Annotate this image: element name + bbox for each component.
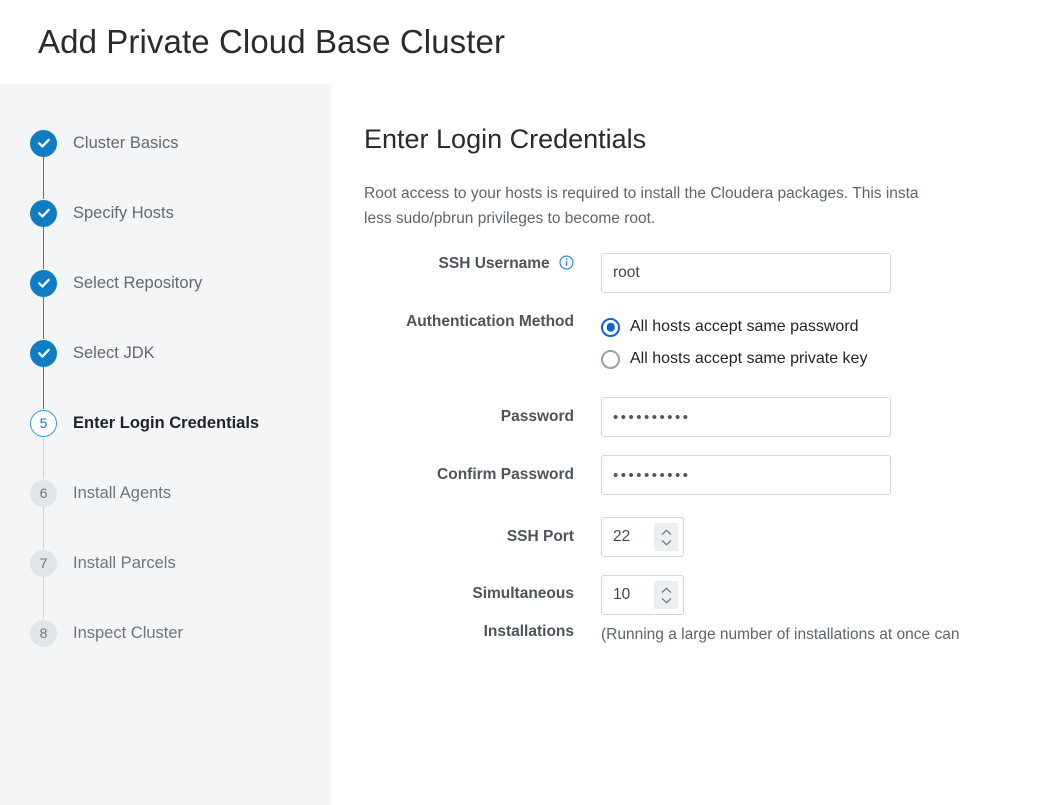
info-circle-icon[interactable] — [559, 255, 574, 276]
radio-same-private-key[interactable]: All hosts accept same private key — [601, 343, 1046, 375]
authentication-method-options: All hosts accept same password All hosts… — [601, 311, 1046, 375]
content-panel: Enter Login Credentials Root access to y… — [331, 84, 1046, 805]
sidebar-step-install-agents[interactable]: 6 Install Agents — [30, 458, 331, 549]
authentication-method-row: Authentication Method All hosts accept s… — [364, 311, 1046, 375]
sidebar-step-select-repository[interactable]: Select Repository — [30, 248, 331, 339]
radio-same-password[interactable]: All hosts accept same password — [601, 311, 1046, 343]
ssh-username-label: SSH Username — [364, 253, 601, 276]
simultaneous-installations-value: 10 — [613, 586, 631, 603]
simultaneous-installations-row: Simultaneous Installations 10 (Running a… — [364, 575, 1046, 651]
sidebar-step-cluster-basics[interactable]: Cluster Basics — [30, 108, 331, 199]
authentication-method-label: Authentication Method — [406, 313, 574, 330]
confirm-password-label: Confirm Password — [437, 466, 574, 483]
simultaneous-installations-field: 10 (Running a large number of installati… — [601, 575, 1046, 647]
step-number-badge: 5 — [30, 409, 57, 437]
step-check-icon — [30, 269, 57, 297]
password-input[interactable]: •••••••••• — [601, 397, 891, 437]
sidebar-step-label: Select Repository — [73, 273, 203, 292]
updown-chevron-icon[interactable] — [654, 581, 678, 609]
sidebar-step-label: Inspect Cluster — [73, 623, 184, 642]
ssh-port-field: 22 — [601, 517, 1046, 557]
section-title: Enter Login Credentials — [364, 124, 647, 154]
step-check-icon — [30, 339, 57, 367]
password-field: •••••••••• — [601, 397, 1046, 437]
sidebar-step-label: Install Parcels — [73, 553, 176, 572]
sidebar-step-label: Specify Hosts — [73, 203, 174, 222]
section-description: Root access to your hosts is required to… — [364, 185, 919, 227]
updown-chevron-icon[interactable] — [654, 523, 678, 551]
confirm-password-row: Confirm Password •••••••••• — [364, 455, 1046, 495]
simultaneous-installations-label-line1: Simultaneous — [472, 585, 574, 602]
ssh-port-row: SSH Port 22 — [364, 517, 1046, 557]
step-number-badge: 6 — [30, 479, 57, 507]
ssh-username-row: SSH Username — [364, 253, 1046, 293]
sidebar-step-label: Install Agents — [73, 483, 172, 502]
radio-unselected-icon — [601, 349, 620, 369]
radio-same-private-key-label: All hosts accept same private key — [630, 350, 868, 367]
radio-same-password-label: All hosts accept same password — [630, 318, 859, 335]
radio-selected-icon — [601, 317, 620, 337]
page-title: Add Private Cloud Base Cluster — [38, 23, 506, 60]
password-row: Password •••••••••• — [364, 397, 1046, 437]
wizard-step-list: Cluster Basics Specify Hosts Select Repo… — [0, 84, 331, 805]
app-header: Add Private Cloud Base Cluster — [0, 0, 1046, 84]
simultaneous-installations-hint: (Running a large number of installations… — [601, 626, 960, 643]
ssh-port-stepper[interactable]: 22 — [601, 517, 684, 557]
ssh-username-field — [601, 253, 1046, 293]
sidebar-step-label: Enter Login Credentials — [73, 413, 260, 432]
step-check-icon — [30, 129, 57, 157]
sidebar-step-label: Cluster Basics — [73, 133, 179, 152]
step-number-badge: 7 — [30, 549, 57, 577]
ssh-username-input[interactable] — [601, 253, 891, 293]
simultaneous-installations-label-line2: Installations — [483, 623, 574, 640]
step-number-badge: 8 — [30, 619, 57, 647]
step-check-icon — [30, 199, 57, 227]
ssh-port-label: SSH Port — [506, 528, 574, 545]
confirm-password-input[interactable]: •••••••••• — [601, 455, 891, 495]
sidebar-step-inspect-cluster[interactable]: 8 Inspect Cluster — [30, 598, 331, 668]
sidebar-step-label: Select JDK — [73, 343, 155, 362]
sidebar-step-install-parcels[interactable]: 7 Install Parcels — [30, 528, 331, 619]
page-body: Cluster Basics Specify Hosts Select Repo… — [0, 84, 1046, 805]
ssh-username-label-text: SSH Username — [438, 255, 550, 272]
confirm-password-field: •••••••••• — [601, 455, 1046, 495]
sidebar-step-select-jdk[interactable]: Select JDK — [30, 318, 331, 409]
simultaneous-installations-label: Simultaneous Installations — [364, 575, 601, 651]
sidebar-step-enter-login-credentials[interactable]: 5 Enter Login Credentials — [30, 388, 331, 479]
simultaneous-installations-stepper[interactable]: 10 — [601, 575, 684, 615]
ssh-port-value: 22 — [613, 528, 631, 545]
password-label: Password — [500, 408, 574, 425]
sidebar-step-specify-hosts[interactable]: Specify Hosts — [30, 178, 331, 269]
